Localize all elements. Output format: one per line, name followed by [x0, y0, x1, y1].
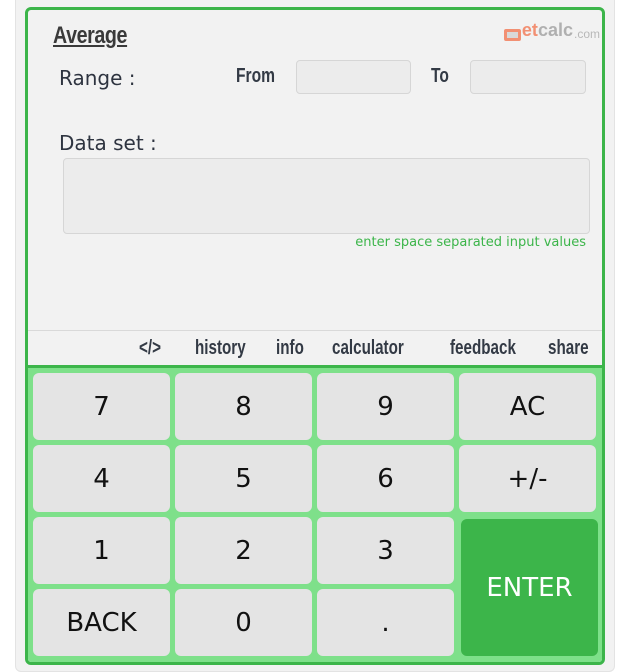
calculator-title: Average [53, 22, 128, 49]
history-link[interactable]: history [195, 337, 246, 360]
calculator-link[interactable]: calculator [332, 337, 404, 360]
getcalc-logo[interactable]: et calc .com [503, 20, 600, 41]
to-label: To [431, 65, 449, 87]
backspace-button[interactable]: BACK [33, 589, 170, 656]
dataset-input[interactable] [63, 158, 590, 234]
logo-suffix-text: .com [573, 27, 600, 41]
enter-button[interactable]: ENTER [461, 519, 598, 656]
logo-accent-text: et [521, 20, 538, 40]
key-9[interactable]: 9 [317, 373, 454, 440]
key-0[interactable]: 0 [175, 589, 312, 656]
sign-toggle-button[interactable]: +/- [459, 445, 596, 512]
logo-main-text: calc [537, 20, 573, 40]
key-1[interactable]: 1 [33, 517, 170, 584]
key-3[interactable]: 3 [317, 517, 454, 584]
decimal-point-key[interactable]: . [317, 589, 454, 656]
feedback-link[interactable]: feedback [450, 337, 516, 360]
range-label: Range : [59, 66, 136, 90]
info-link[interactable]: info [276, 337, 304, 360]
average-calculator: Average et calc .com Range : From To Dat… [25, 7, 605, 665]
range-from-input[interactable] [296, 60, 411, 94]
keypad: 7 8 9 AC 4 5 6 +/- 1 2 3 ENTER BACK 0 . [28, 368, 602, 662]
embed-code-link[interactable]: </> [139, 337, 161, 360]
dataset-hint: enter space separated input values [355, 235, 586, 250]
range-to-input[interactable] [470, 60, 586, 94]
menu-bar: </> history info calculator feedback sha… [28, 330, 602, 368]
key-4[interactable]: 4 [33, 445, 170, 512]
key-6[interactable]: 6 [317, 445, 454, 512]
key-2[interactable]: 2 [175, 517, 312, 584]
key-7[interactable]: 7 [33, 373, 170, 440]
calculator-logo-icon [503, 29, 521, 41]
key-8[interactable]: 8 [175, 373, 312, 440]
key-5[interactable]: 5 [175, 445, 312, 512]
from-label: From [236, 65, 275, 87]
share-link[interactable]: share [548, 337, 589, 360]
all-clear-button[interactable]: AC [459, 373, 596, 440]
dataset-label: Data set : [59, 131, 157, 155]
